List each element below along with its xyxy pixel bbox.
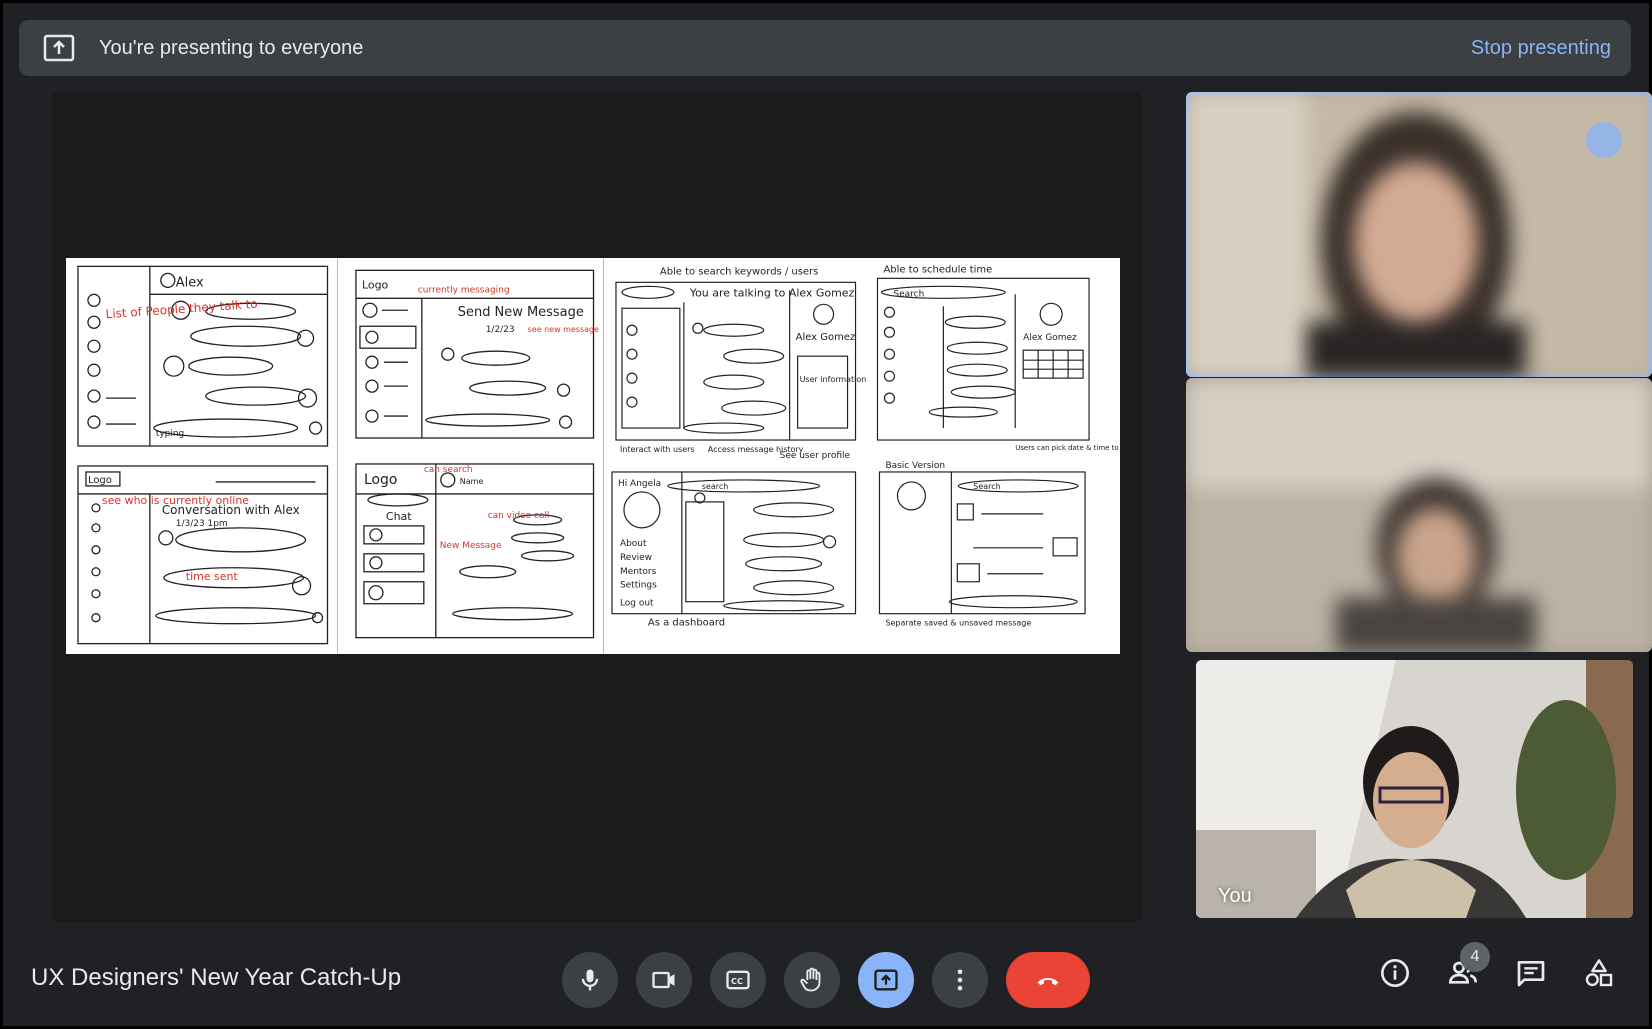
sketch-panel-3: Able to search keywords / users You are …: [604, 258, 1120, 654]
sketch-text: Able to search keywords / users: [660, 266, 818, 277]
leave-call-button[interactable]: [1006, 952, 1090, 1008]
wireframe-sketches: Alex List of People they talk to typing …: [66, 258, 1120, 654]
presenting-text: You're presenting to everyone: [99, 36, 364, 59]
sketch-text: Chat: [386, 510, 412, 523]
sketch-text: Hi Angela: [618, 479, 661, 489]
sketch-panel-2: Logo currently messaging Send New Messag…: [338, 258, 604, 654]
sketch-text: Conversation with Alex: [162, 503, 300, 517]
sketch-text: Search: [893, 289, 924, 299]
participant-video: [1186, 92, 1652, 377]
meeting-title: UX Designers' New Year Catch-Up: [31, 964, 402, 991]
info-icon: [1381, 959, 1409, 987]
sketch-text: 1/3/23 1pm: [176, 519, 228, 529]
sketch-annotation: New Message: [440, 541, 502, 551]
participant-video: [1186, 378, 1652, 652]
sketch-text: Review: [620, 553, 652, 563]
sketch-text: As a dashboard: [648, 618, 725, 629]
videocam-icon: [652, 971, 675, 989]
sketch-text: Log out: [620, 599, 654, 609]
call-controls: CC: [562, 952, 1090, 1008]
captions-button[interactable]: CC: [710, 952, 766, 1008]
sketch-text: Send New Message: [458, 305, 584, 320]
activities-button[interactable]: [1582, 956, 1616, 990]
sketch-text: Alex Gomez: [796, 332, 856, 343]
camera-button[interactable]: [636, 952, 692, 1008]
sketch-text: Interact with users: [620, 445, 695, 454]
stop-presenting-button[interactable]: Stop presenting: [1471, 37, 1611, 60]
mic-icon: [581, 969, 599, 991]
call-end-icon: [1037, 977, 1059, 986]
sketch-annotation: currently messaging: [418, 285, 510, 295]
self-video: [1196, 660, 1633, 918]
sketch-text: Separate saved & unsaved message: [885, 619, 1031, 628]
sketch-annotation: can video call: [488, 511, 550, 521]
present-to-all-icon: [43, 34, 75, 62]
speaking-indicator-icon: [1586, 122, 1622, 158]
sketch-annotation: List of People they talk to: [105, 297, 258, 322]
more-vert-icon: [957, 969, 963, 991]
sketch-text: User information: [800, 375, 867, 384]
raise-hand-button[interactable]: [784, 952, 840, 1008]
presenting-banner: You're presenting to everyone Stop prese…: [19, 20, 1631, 76]
sketch-text: typing: [156, 429, 184, 439]
sketch-text: You are talking to Alex Gomez: [689, 286, 855, 299]
sketch-text: Settings: [620, 581, 657, 591]
sketch-text: Name: [460, 477, 484, 486]
closed-caption-icon: CC: [726, 970, 750, 990]
sketch-text: Alex Gomez: [1023, 333, 1077, 343]
side-controls: 4: [1378, 942, 1616, 990]
sketch-text: Alex: [176, 275, 204, 290]
more-options-button[interactable]: [932, 952, 988, 1008]
chat-button[interactable]: [1514, 956, 1548, 990]
sketch-text: search: [702, 482, 728, 491]
sketch-text: Logo: [364, 472, 398, 488]
sketch-panel-1: Alex List of People they talk to typing …: [66, 258, 339, 654]
sketch-text: Basic Version: [885, 461, 945, 471]
meeting-details-button[interactable]: [1378, 956, 1412, 990]
sketch-text: 1/2/23: [486, 325, 515, 335]
people-button[interactable]: 4: [1446, 942, 1490, 990]
svg-text:CC: CC: [731, 976, 743, 986]
present-to-all-icon: [874, 969, 898, 991]
participant-tile[interactable]: [1186, 92, 1652, 377]
sketch-text: About: [620, 539, 647, 549]
mic-button[interactable]: [562, 952, 618, 1008]
sketch-text: Search: [973, 482, 1000, 491]
sketch-annotation: see new message: [528, 325, 599, 334]
raise-hand-icon: [800, 967, 821, 992]
sketch-text: Logo: [362, 278, 389, 291]
sketch-annotation: can search: [424, 465, 473, 475]
sketch-text: Users can pick date & time to meet: [1015, 444, 1120, 452]
participant-count-badge: 4: [1460, 942, 1490, 972]
self-view-tile[interactable]: You: [1196, 660, 1633, 918]
self-label: You: [1218, 885, 1252, 907]
participant-tile[interactable]: [1186, 378, 1652, 652]
sketch-text: See user profile: [780, 451, 851, 461]
present-button[interactable]: [858, 952, 914, 1008]
sketch-text: Able to schedule time: [883, 264, 992, 275]
sketch-text: Logo: [88, 475, 112, 486]
chat-icon: [1517, 961, 1545, 987]
sketch-text: Mentors: [620, 567, 657, 577]
activities-icon: [1585, 959, 1613, 987]
sketch-annotation: time sent: [186, 570, 239, 583]
